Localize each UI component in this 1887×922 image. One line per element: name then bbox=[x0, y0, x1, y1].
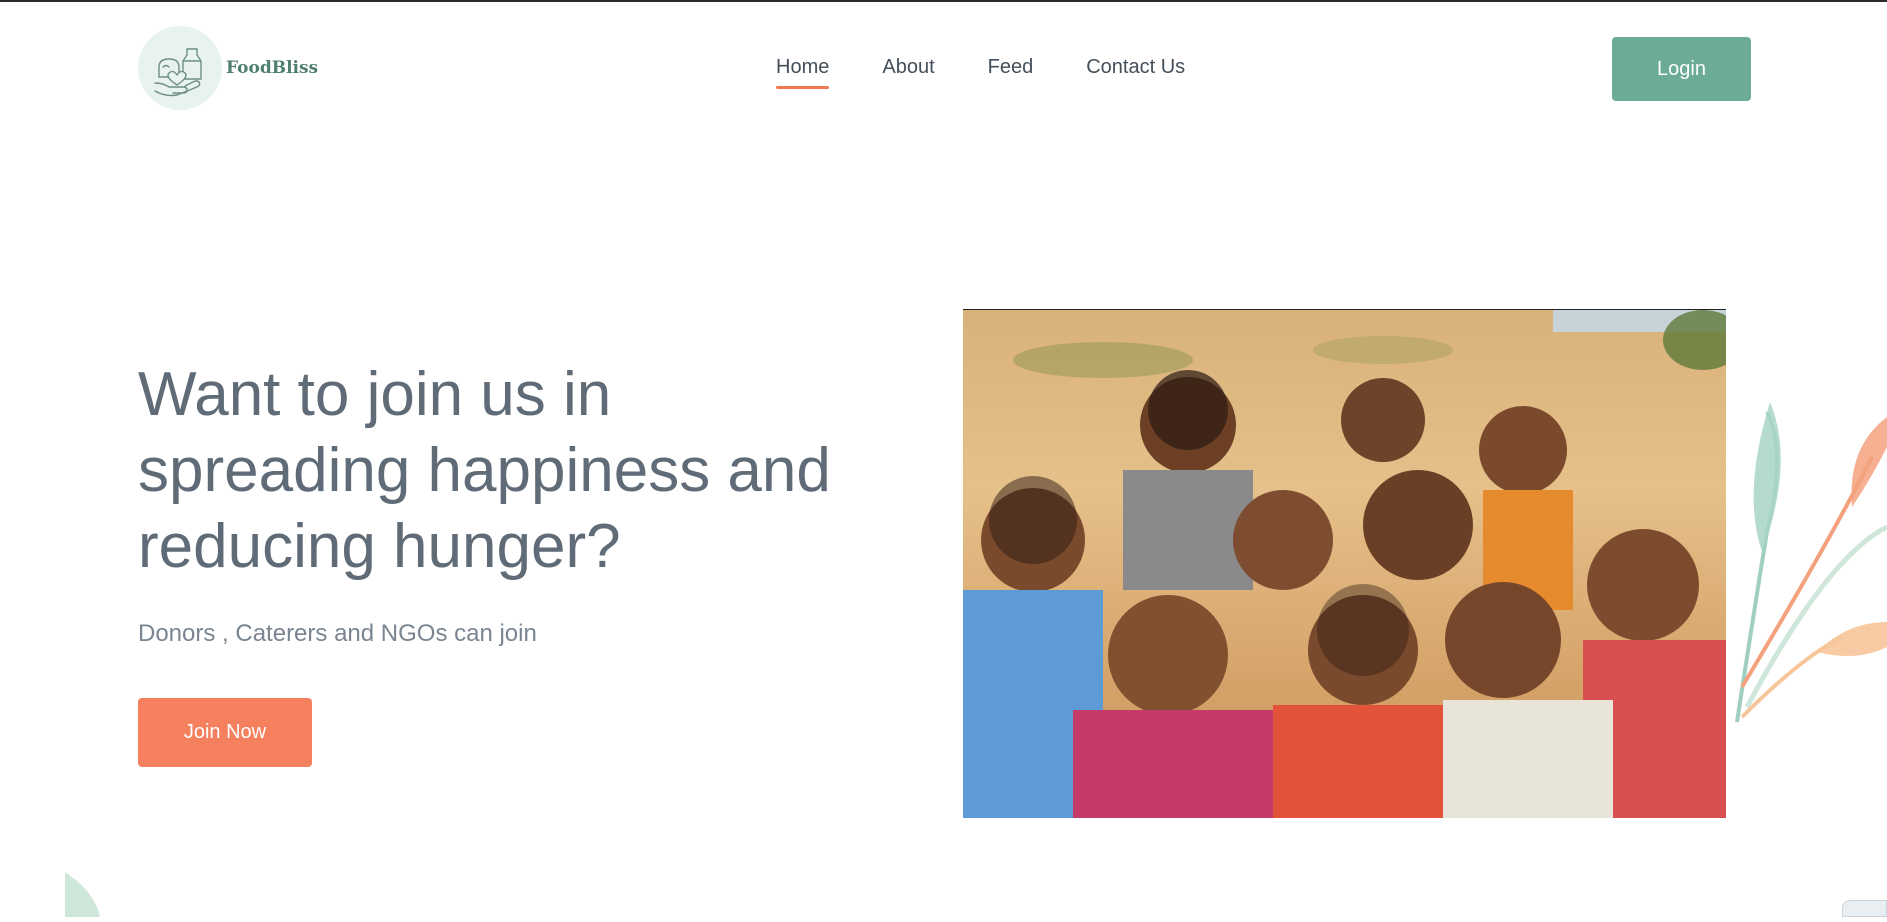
hero-photo-children bbox=[963, 309, 1726, 818]
nav-feed[interactable]: Feed bbox=[988, 56, 1034, 89]
hero-title: Want to join us in spreading happiness a… bbox=[138, 360, 831, 581]
main-nav: Home About Feed Contact Us bbox=[776, 56, 1185, 89]
nav-about[interactable]: About bbox=[882, 56, 934, 89]
brand-logo[interactable]: FoodBliss bbox=[138, 26, 318, 110]
corner-widget[interactable] bbox=[1842, 900, 1887, 917]
decorative-leaves-right bbox=[1722, 397, 1887, 742]
join-now-button[interactable]: Join Now bbox=[138, 698, 312, 767]
nav-contact-us[interactable]: Contact Us bbox=[1086, 56, 1185, 89]
brand-name: FoodBliss bbox=[226, 58, 319, 78]
nav-home[interactable]: Home bbox=[776, 56, 830, 89]
login-button[interactable]: Login bbox=[1612, 37, 1751, 101]
site-header: FoodBliss Home About Feed Contact Us Log… bbox=[0, 2, 1887, 132]
hand-holding-food-icon bbox=[138, 26, 222, 110]
hero-subtitle: Donors , Caterers and NGOs can join bbox=[138, 620, 537, 647]
